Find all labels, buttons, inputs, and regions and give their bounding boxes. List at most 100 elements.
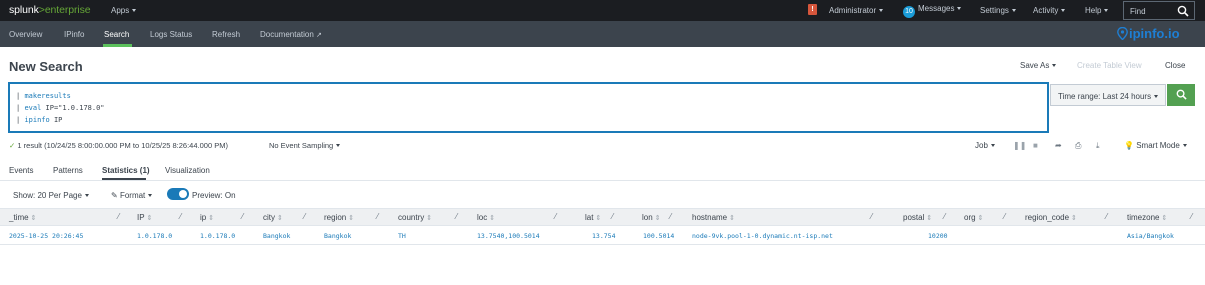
search-button[interactable]: [1167, 84, 1195, 106]
nav-search[interactable]: Search: [104, 30, 129, 39]
ipinfo-logo: ipinfo.io: [1117, 26, 1180, 41]
job-status: ✓ 1 result (10/24/25 8:00:00.000 PM to 1…: [9, 141, 228, 150]
cell-postal[interactable]: 10200: [928, 232, 948, 240]
column-header[interactable]: postal ⇕: [903, 213, 932, 222]
per-page-dropdown[interactable]: Show: 20 Per Page: [13, 191, 89, 200]
close-button[interactable]: Close: [1165, 61, 1185, 70]
column-header[interactable]: region ⇕: [324, 213, 354, 222]
location-pin-icon: [1117, 27, 1128, 40]
splunk-logo[interactable]: splunk>enterprise: [9, 4, 91, 16]
nav-ipinfo[interactable]: IPinfo: [64, 30, 84, 39]
column-header[interactable]: city ⇕: [263, 213, 283, 222]
nav-documentation[interactable]: Documentation ↗: [260, 30, 322, 39]
help-menu[interactable]: Help: [1085, 6, 1109, 15]
tab-events[interactable]: Events: [9, 166, 33, 175]
sort-icon: ⇕: [595, 215, 602, 222]
cell-lon[interactable]: 100.5014: [643, 232, 674, 240]
column-header[interactable]: country ⇕: [398, 213, 432, 222]
tabs-divider: [0, 180, 1205, 181]
search-query-editor[interactable]: | makeresults | eval IP="1.0.178.0" | ip…: [8, 82, 1049, 133]
sort-icon: ⇕: [146, 215, 153, 222]
column-header[interactable]: _time ⇕: [9, 213, 36, 222]
edit-column-icon[interactable]: ⁄: [670, 212, 671, 221]
edit-column-icon[interactable]: ⁄: [456, 212, 457, 221]
sort-icon: ⇕: [654, 215, 661, 222]
preview-label: Preview: On: [192, 191, 236, 200]
tab-visualization[interactable]: Visualization: [165, 166, 210, 175]
job-menu[interactable]: Job: [975, 141, 995, 150]
edit-column-icon[interactable]: ⁄: [1191, 212, 1192, 221]
chevron-down-icon: [879, 9, 884, 12]
column-header[interactable]: loc ⇕: [477, 213, 495, 222]
logo-sub-text: enterprise: [44, 4, 91, 16]
print-icon[interactable]: ⎙: [1075, 141, 1081, 151]
activity-menu[interactable]: Activity: [1033, 6, 1066, 15]
cell-hostname[interactable]: node-9vk.pool-1-0.dynamic.nt-isp.net: [692, 232, 833, 240]
activity-label: Activity: [1033, 6, 1059, 15]
pause-icon[interactable]: ❚❚: [1013, 141, 1026, 150]
cell-timezone[interactable]: Asia/Bangkok: [1127, 232, 1174, 240]
find-placeholder: Find: [1130, 7, 1146, 16]
tab-statistics[interactable]: Statistics (1): [102, 166, 150, 175]
column-header[interactable]: ip ⇕: [200, 213, 214, 222]
edit-column-icon[interactable]: ⁄: [1106, 212, 1107, 221]
nav-refresh[interactable]: Refresh: [212, 30, 240, 39]
cell-ip[interactable]: 1.0.178.0: [200, 232, 235, 240]
edit-column-icon[interactable]: ⁄: [242, 212, 243, 221]
search-icon: [1177, 5, 1189, 17]
edit-column-icon[interactable]: ⁄: [304, 212, 305, 221]
cell-country[interactable]: TH: [398, 232, 406, 240]
event-sampling-dropdown[interactable]: No Event Sampling: [269, 141, 341, 150]
save-as-button[interactable]: Save As: [1020, 61, 1057, 70]
cell-loc[interactable]: 13.7540,100.5014: [477, 232, 540, 240]
column-header[interactable]: hostname ⇕: [692, 213, 735, 222]
apps-label: Apps: [111, 6, 130, 15]
messages-menu[interactable]: 10 Messages: [903, 4, 962, 18]
column-header[interactable]: timezone ⇕: [1127, 213, 1167, 222]
edit-column-icon[interactable]: ⁄: [612, 212, 613, 221]
cell-lat[interactable]: 13.754: [592, 232, 615, 240]
edit-column-icon[interactable]: ⁄: [180, 212, 181, 221]
external-link-icon: ↗: [316, 32, 322, 39]
cell-time[interactable]: 2025-10-25 20:26:45: [9, 232, 83, 240]
column-header[interactable]: lat ⇕: [585, 213, 601, 222]
find-input[interactable]: Find: [1123, 1, 1195, 20]
cell-city[interactable]: Bangkok: [263, 232, 290, 240]
sort-icon: ⇕: [30, 215, 37, 222]
nav-overview[interactable]: Overview: [9, 30, 42, 39]
nav-logs-status[interactable]: Logs Status: [150, 30, 192, 39]
settings-menu[interactable]: Settings: [980, 6, 1016, 15]
edit-column-icon[interactable]: ⁄: [944, 212, 945, 221]
apps-menu[interactable]: Apps: [111, 6, 137, 15]
edit-column-icon[interactable]: ⁄: [871, 212, 872, 221]
format-dropdown[interactable]: ✎ Format: [111, 191, 153, 200]
edit-column-icon[interactable]: ⁄: [377, 212, 378, 221]
administrator-menu[interactable]: Administrator: [829, 6, 884, 15]
tab-patterns[interactable]: Patterns: [53, 166, 83, 175]
column-header[interactable]: org ⇕: [964, 213, 983, 222]
column-header[interactable]: lon ⇕: [642, 213, 661, 222]
chevron-down-icon: [1011, 9, 1016, 12]
alert-icon[interactable]: !: [808, 4, 817, 15]
column-header[interactable]: region_code ⇕: [1025, 213, 1077, 222]
edit-column-icon[interactable]: ⁄: [1004, 212, 1005, 221]
sort-icon: ⇕: [1071, 215, 1077, 222]
time-range-picker[interactable]: Time range: Last 24 hours: [1050, 84, 1166, 106]
format-label: Format: [119, 191, 146, 200]
pencil-icon: ✎: [111, 191, 118, 200]
preview-toggle[interactable]: [167, 188, 189, 200]
active-nav-indicator: [103, 44, 132, 47]
cell-region[interactable]: Bangkok: [324, 232, 351, 240]
search-mode-dropdown[interactable]: 💡 Smart Mode: [1124, 141, 1187, 150]
table-row: 2025-10-25 20:26:45 1.0.178.0 1.0.178.0 …: [0, 226, 1205, 245]
share-icon[interactable]: ➦: [1055, 141, 1062, 150]
export-icon[interactable]: ⤓: [1096, 141, 1100, 151]
ipinfo-brand-text: ipinfo.io: [1129, 26, 1180, 41]
cell-ip-upper[interactable]: 1.0.178.0: [137, 232, 172, 240]
edit-column-icon[interactable]: ⁄: [555, 212, 556, 221]
create-table-view-button[interactable]: Create Table View: [1077, 61, 1142, 70]
column-header[interactable]: IP ⇕: [137, 213, 152, 222]
results-table-header: _time ⇕ ⁄ IP ⇕ ⁄ ip ⇕ ⁄ city ⇕ ⁄ region ⇕ ⁄ c…: [0, 208, 1205, 226]
stop-icon[interactable]: ■: [1033, 141, 1038, 150]
edit-column-icon[interactable]: ⁄: [118, 212, 119, 221]
